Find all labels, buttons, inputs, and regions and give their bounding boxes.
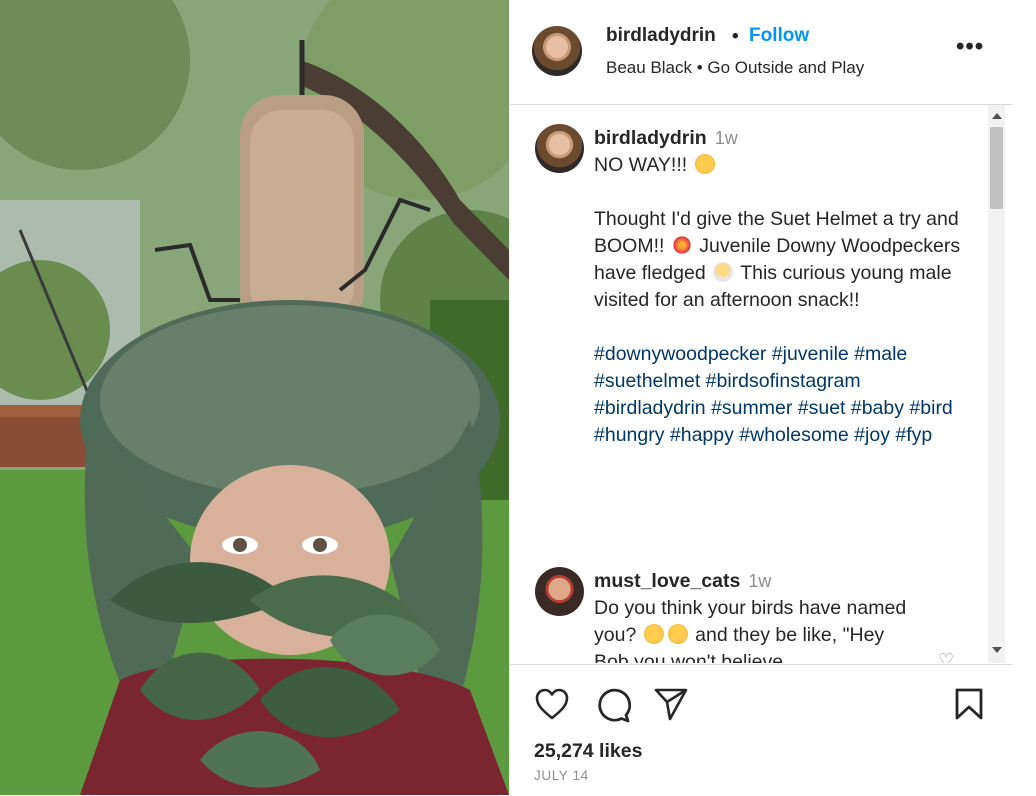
star-struck-emoji-icon: [694, 154, 715, 174]
caption-username[interactable]: birdladydrin: [594, 127, 707, 149]
photo-illustration: [0, 0, 509, 795]
comment-username[interactable]: must_love_cats: [594, 570, 740, 592]
author-avatar[interactable]: [532, 26, 582, 76]
comment-icon[interactable]: [595, 687, 632, 728]
comment-time: 1w: [748, 571, 772, 591]
caption-time: 1w: [714, 128, 738, 148]
share-icon[interactable]: [653, 687, 689, 726]
comment-text2: and they be like, "Hey Bob you won't bel…: [594, 624, 885, 663]
hatching-chick-emoji-icon: [713, 262, 734, 282]
comments-section[interactable]: birdladydrin 1w NO WAY!!! Thought I'd giv…: [510, 105, 1013, 663]
audio-label[interactable]: Beau Black • Go Outside and Play: [606, 58, 864, 78]
likes-count[interactable]: 25,274 likes: [534, 740, 642, 763]
comment-like-heart-icon[interactable]: ♡: [938, 650, 954, 663]
page-margin: [1012, 0, 1036, 795]
caption: birdladydrin 1w NO WAY!!! Thought I'd giv…: [594, 125, 964, 449]
more-icon[interactable]: •••: [956, 33, 984, 61]
comment: must_love_cats 1w Do you think your birds…: [594, 568, 924, 663]
follow-button[interactable]: Follow: [749, 25, 809, 47]
commenter-avatar[interactable]: [535, 567, 584, 616]
post-details-panel: birdladydrin • Follow Beau Black • Go Ou…: [509, 0, 1013, 795]
post-photo[interactable]: [0, 0, 509, 795]
scroll-thumb[interactable]: [990, 127, 1003, 209]
caption-hashtags[interactable]: #downywoodpecker #juvenile #male #suethe…: [594, 341, 964, 449]
post-date: JULY 14: [534, 768, 589, 783]
caption-line1: NO WAY!!!: [594, 154, 688, 176]
caption-avatar[interactable]: [535, 124, 584, 173]
comments-scrollbar[interactable]: [988, 105, 1005, 663]
post-header: birdladydrin • Follow Beau Black • Go Ou…: [510, 0, 1013, 105]
collision-emoji-icon: [671, 235, 692, 255]
author-username[interactable]: birdladydrin: [606, 25, 716, 47]
action-bar: 25,274 likes JULY 14: [510, 664, 1013, 796]
bookmark-icon[interactable]: [953, 687, 985, 726]
rofl-emoji-icon: [667, 624, 688, 644]
rofl-emoji-icon: [643, 624, 664, 644]
heart-icon[interactable]: [534, 687, 570, 726]
scroll-down-arrow-icon[interactable]: [992, 647, 1002, 653]
header-separator: •: [732, 26, 739, 47]
scroll-up-arrow-icon[interactable]: [992, 113, 1002, 119]
